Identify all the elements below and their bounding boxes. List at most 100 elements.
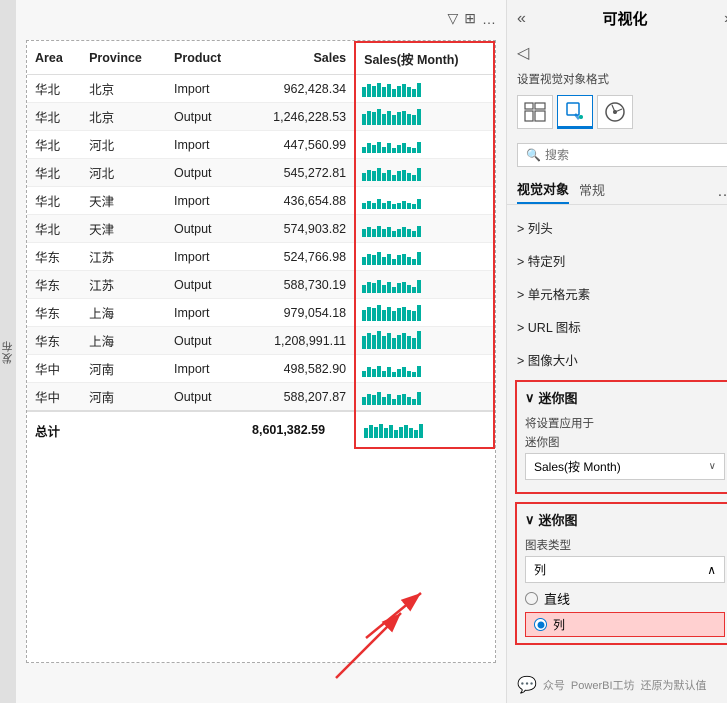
cell-sparkline: [355, 215, 494, 243]
cell-sparkline: [355, 75, 494, 103]
sparkline-bars: [362, 385, 421, 405]
spark-bar: [412, 175, 416, 181]
cell-area: 华东: [27, 271, 81, 299]
search-input[interactable]: [545, 148, 724, 162]
spark-bar: [377, 252, 381, 265]
section-col-header[interactable]: > 列头: [507, 211, 727, 244]
section-image-size[interactable]: > 图像大小: [507, 343, 727, 376]
sparkline-label-1: 迷你图: [539, 388, 578, 407]
spark-bar: [412, 259, 416, 265]
spark-bar: [382, 310, 386, 321]
spark-bar: [377, 83, 381, 97]
spark-bar: [402, 170, 406, 181]
spark-bar: [387, 84, 391, 97]
sparkline-title-1: ∨ 迷你图: [525, 388, 725, 407]
spark-bar: [372, 112, 376, 125]
spark-bar: [372, 369, 376, 377]
spark-bar: [407, 203, 411, 209]
cell-sales: 979,054.18: [244, 299, 355, 327]
chart-type-value: 列: [534, 561, 546, 578]
option-column-radio[interactable]: [534, 618, 547, 631]
spark-bar: [387, 227, 391, 237]
grid-format-btn[interactable]: [517, 95, 553, 129]
table-toolbar: ▽ ⊞ …: [447, 10, 496, 27]
spark-bar: [397, 203, 401, 209]
section-specific-col[interactable]: > 特定列: [507, 244, 727, 277]
tab-more-icon[interactable]: …: [717, 183, 727, 201]
col-header-sparkline: Sales(按 Month): [355, 42, 494, 75]
cell-sales: 498,582.90: [244, 355, 355, 383]
spark-bar: [392, 259, 396, 265]
cell-product: Output: [166, 271, 244, 299]
cell-province: 河南: [81, 355, 166, 383]
cell-product: Import: [166, 131, 244, 159]
footer-spark-bar: [374, 427, 378, 438]
bottom-bar: 💬 众号 PowerBI工坊 还原为默认值: [507, 667, 727, 703]
bottom-action[interactable]: 还原为默认值: [641, 677, 707, 693]
table-footer-row: 总计 8,601,382.59: [27, 411, 494, 448]
sparkline-bars: [362, 301, 421, 321]
bottom-wechat-label: 众号: [543, 677, 565, 693]
more-icon[interactable]: …: [482, 11, 496, 27]
tab-visual-object[interactable]: 视觉对象: [517, 179, 569, 204]
spark-bar: [412, 338, 416, 349]
footer-spark-bar: [414, 430, 418, 438]
spark-bar: [402, 394, 406, 405]
sparkline-bars: [362, 245, 421, 265]
table-row: 华北 天津 Output 574,903.82: [27, 215, 494, 243]
spark-bar: [407, 257, 411, 265]
cell-sparkline: [355, 243, 494, 271]
vertical-text-label: 发布: [0, 340, 16, 364]
spark-bar: [377, 366, 381, 377]
spark-bar: [387, 170, 391, 181]
panel-icon-row: ◁: [507, 37, 727, 69]
option-line-radio[interactable]: [525, 592, 538, 605]
spark-bar: [367, 170, 371, 181]
tab-general[interactable]: 常规: [579, 180, 605, 203]
spark-bar: [392, 231, 396, 237]
sparkline-expand-icon-1[interactable]: ∨: [525, 390, 535, 406]
sparkline-bars: [362, 273, 421, 293]
analytics-format-btn[interactable]: [597, 95, 633, 129]
sparkline-bars: [362, 329, 421, 349]
spark-bar: [407, 336, 411, 349]
filter-icon[interactable]: ▽: [447, 10, 458, 27]
spark-bar: [387, 282, 391, 293]
spark-bar: [417, 252, 421, 265]
search-box[interactable]: 🔍: [517, 143, 727, 167]
spark-bar: [382, 336, 386, 349]
col-header-product: Product: [166, 42, 244, 75]
option-column-highlighted[interactable]: 列: [525, 612, 725, 637]
left-sidebar: 发布: [0, 0, 16, 703]
footer-sparkline-bars: [364, 418, 423, 438]
cell-area: 华东: [27, 327, 81, 355]
collapse-icon[interactable]: «: [517, 10, 526, 28]
cell-area: 华北: [27, 103, 81, 131]
option-line: 直线: [525, 589, 725, 608]
spark-bar: [412, 287, 416, 293]
sparkline-expand-icon-2[interactable]: ∨: [525, 512, 535, 528]
paint-format-btn[interactable]: [557, 95, 593, 129]
grid-icon: [524, 102, 546, 122]
spark-bar: [372, 229, 376, 237]
audio-icon[interactable]: ◁: [517, 43, 529, 63]
spark-bar: [362, 173, 366, 181]
spark-bar: [382, 229, 386, 237]
cell-sales: 588,730.19: [244, 271, 355, 299]
chart-type-dropdown[interactable]: 列 ∧: [525, 556, 725, 583]
spark-bar: [377, 142, 381, 153]
spark-bar: [412, 89, 416, 97]
spark-bar: [417, 305, 421, 321]
section-url-icon[interactable]: > URL 图标: [507, 310, 727, 343]
table-icon[interactable]: ⊞: [464, 10, 476, 27]
section-cell-element-label: > 单元格元素: [517, 284, 590, 303]
spark-bar: [417, 109, 421, 125]
footer-spark-bar: [384, 428, 388, 438]
sparkline-dropdown[interactable]: Sales(按 Month) ∨: [525, 453, 725, 480]
cell-province: 天津: [81, 215, 166, 243]
spark-bar: [382, 257, 386, 265]
footer-spark-bar: [369, 425, 373, 438]
section-cell-element[interactable]: > 单元格元素: [507, 277, 727, 310]
spark-bar: [377, 109, 381, 125]
cell-product: Import: [166, 243, 244, 271]
